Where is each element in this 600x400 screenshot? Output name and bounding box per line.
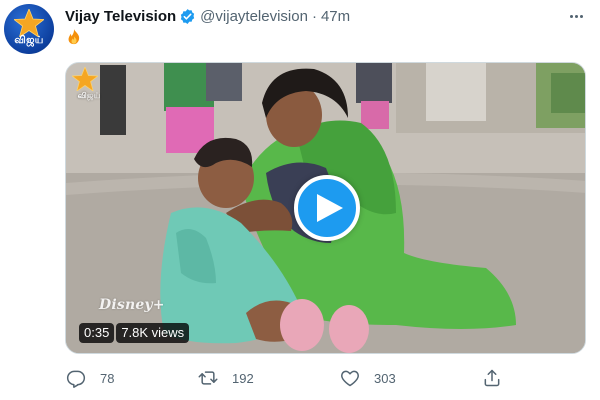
video-views: 7.8K views — [116, 323, 190, 343]
timestamp[interactable]: 47m — [321, 8, 350, 25]
reply-count: 78 — [100, 370, 115, 386]
fire-icon — [68, 29, 80, 45]
like-button[interactable]: 303 — [340, 366, 396, 390]
avatar[interactable]: விஜய் — [4, 4, 54, 54]
play-button[interactable] — [294, 175, 360, 241]
verified-badge-icon — [181, 8, 195, 24]
handle[interactable]: @vijaytelevision — [200, 8, 308, 25]
retweet-icon — [198, 371, 218, 385]
video-media[interactable]: விஜய் Disney+ 0:35 7.8K views — [65, 62, 586, 354]
retweet-count: 192 — [232, 370, 254, 386]
tweet-header: Vijay Television @vijaytelevision · 47m — [65, 6, 350, 26]
retweet-button[interactable]: 192 — [198, 366, 254, 390]
tweet-card[interactable]: விஜய் Vijay Television @vijaytelevision … — [0, 0, 600, 400]
star-logo-icon — [14, 9, 44, 37]
video-meta: 0:35 7.8K views — [79, 323, 190, 343]
like-icon — [341, 370, 359, 387]
more-icon — [569, 14, 573, 18]
share-button[interactable] — [482, 366, 502, 390]
reply-button[interactable]: 78 — [66, 366, 114, 390]
action-bar: 78 192 303 — [62, 366, 512, 390]
channel-logo: விஜய் — [71, 66, 102, 107]
avatar-text: விஜய் — [14, 35, 44, 46]
play-icon — [316, 194, 343, 222]
like-count: 303 — [374, 370, 396, 386]
disney-watermark: Disney+ — [99, 297, 165, 313]
channel-logo-text: விஜய் — [77, 91, 101, 100]
reply-icon — [66, 370, 86, 388]
separator: · — [311, 7, 317, 25]
video-duration: 0:35 — [79, 323, 115, 343]
tweet-text — [65, 28, 83, 48]
channel-star-icon — [71, 66, 99, 92]
more-options-button[interactable] — [563, 8, 589, 24]
display-name[interactable]: Vijay Television — [65, 8, 176, 25]
share-icon — [484, 369, 500, 387]
